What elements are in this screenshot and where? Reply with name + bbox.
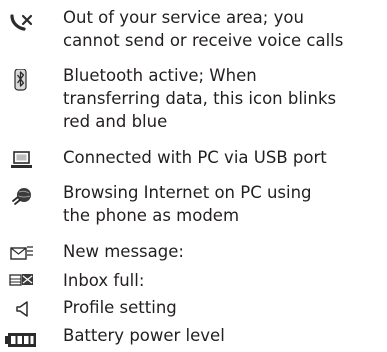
battery-icon (5, 328, 37, 350)
legend-item-text: Browsing Internet on PC using the phone … (63, 183, 312, 225)
bluetooth-icon (8, 69, 36, 91)
legend-item-text: Profile setting (63, 298, 177, 317)
legend-item-text: New message: (63, 242, 184, 261)
new-message-icon (8, 242, 36, 264)
inbox-full-icon (8, 270, 36, 292)
legend-item-text: Inbox full: (63, 271, 145, 290)
internet-modem-icon (8, 185, 36, 207)
pc-connection-icon (8, 149, 36, 171)
legend-item-text: Connected with PC via USB port (63, 148, 327, 167)
legend-item-text: Bluetooth active; When transferring data… (63, 66, 337, 131)
profile-speaker-icon (8, 298, 36, 320)
legend-item-text: Out of your service area; you cannot sen… (63, 8, 344, 50)
legend-item-text: Battery power level (63, 326, 225, 345)
no-service-icon (8, 12, 36, 34)
